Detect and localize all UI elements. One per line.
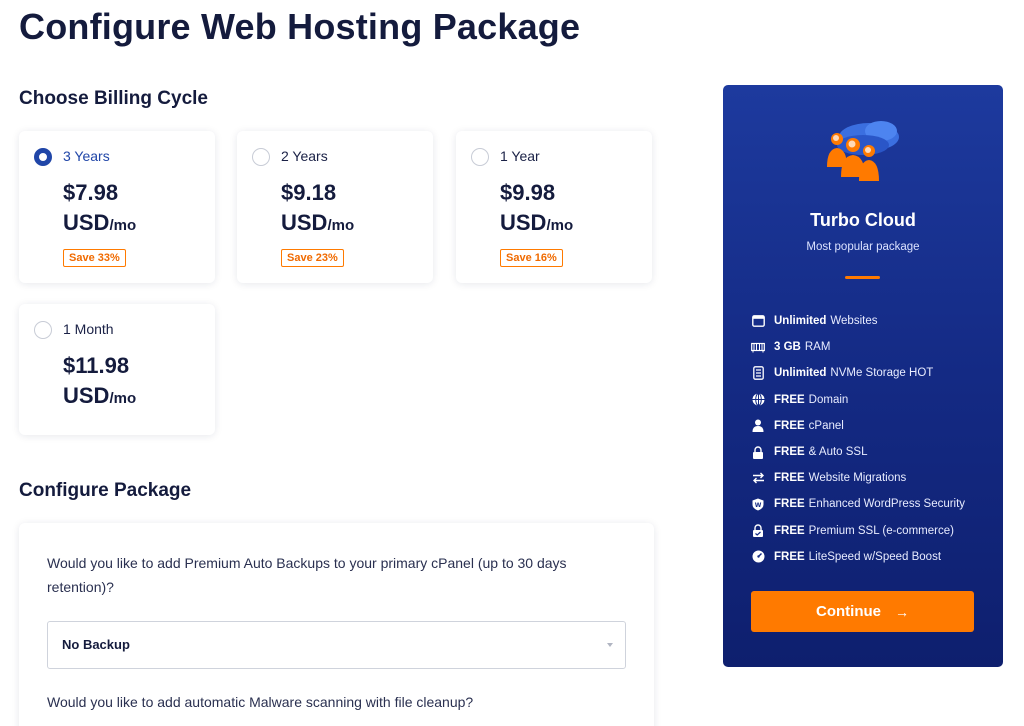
- configure-package-heading: Configure Package: [19, 480, 192, 501]
- storage-icon: [751, 366, 765, 381]
- shield-icon: W: [751, 497, 765, 511]
- save-badge: Save 16%: [500, 249, 563, 267]
- save-badge: Save 23%: [281, 249, 344, 267]
- package-summary-panel: Turbo Cloud Most popular package Unlimit…: [723, 85, 1003, 667]
- divider: [845, 276, 880, 279]
- billing-option-label: 1 Month: [63, 321, 114, 337]
- feature-item: FREE & Auto SSL: [751, 439, 965, 465]
- feature-item: Unlimited Websites: [751, 308, 965, 334]
- billing-option-price: $9.98 USD/mo: [500, 180, 574, 235]
- package-subtitle: Most popular package: [806, 241, 920, 253]
- radio-unselected-icon[interactable]: [34, 321, 52, 339]
- feature-item: 3 GB RAM: [751, 334, 965, 360]
- save-badge: Save 33%: [63, 249, 126, 267]
- memory-icon: [751, 340, 765, 354]
- billing-cycle-heading: Choose Billing Cycle: [19, 88, 208, 109]
- backup-select[interactable]: No Backup: [47, 621, 626, 669]
- configure-options-panel: Would you like to add Premium Auto Backu…: [19, 523, 654, 726]
- arrow-right-icon: →: [895, 603, 909, 620]
- radio-unselected-icon[interactable]: [471, 148, 489, 166]
- caret-down-icon: [607, 643, 613, 647]
- continue-button-label: Continue: [816, 603, 881, 620]
- feature-item: Unlimited NVMe Storage HOT: [751, 360, 965, 386]
- feature-item: FREE LiteSpeed w/Speed Boost: [751, 544, 965, 570]
- feature-item: W FREE Enhanced WordPress Security: [751, 491, 965, 517]
- globe-icon: [751, 393, 765, 407]
- svg-text:W: W: [755, 502, 762, 509]
- feature-item: FREE Premium SSL (e-commerce): [751, 518, 965, 544]
- feature-item: FREE Website Migrations: [751, 465, 965, 491]
- user-icon: [751, 419, 765, 433]
- lock-check-icon: [751, 524, 765, 538]
- team-cloud-icon: [827, 121, 899, 181]
- page-title: Configure Web Hosting Package: [19, 6, 581, 47]
- feature-item: FREE cPanel: [751, 413, 965, 439]
- feature-list: Unlimited Websites 3 GB RAM Unlimited NVMe …: [751, 308, 965, 570]
- package-name: Turbo Cloud: [810, 210, 916, 230]
- transfer-icon: [751, 471, 765, 485]
- radio-unselected-icon[interactable]: [252, 148, 270, 166]
- lock-icon: [751, 445, 765, 459]
- billing-option-price: $7.98 USD/mo: [63, 180, 137, 235]
- billing-option-2-years[interactable]: 2 Years $9.18 USD/mo Save 23%: [237, 131, 433, 283]
- window-icon: [751, 314, 765, 328]
- billing-option-price: $11.98 USD/mo: [63, 353, 137, 408]
- billing-option-price: $9.18 USD/mo: [281, 180, 355, 235]
- billing-option-label: 3 Years: [63, 148, 110, 164]
- billing-option-1-month[interactable]: 1 Month $11.98 USD/mo: [19, 304, 215, 435]
- malware-question: Would you like to add automatic Malware …: [47, 694, 474, 710]
- continue-button[interactable]: Continue →: [751, 591, 974, 632]
- billing-option-3-years[interactable]: 3 Years $7.98 USD/mo Save 33%: [19, 131, 215, 283]
- billing-option-label: 2 Years: [281, 148, 328, 164]
- feature-item: FREE Domain: [751, 387, 965, 413]
- backup-question: Would you like to add Premium Auto Backu…: [47, 555, 567, 595]
- billing-option-label: 1 Year: [500, 148, 540, 164]
- radio-selected-icon[interactable]: [34, 148, 52, 166]
- speedometer-icon: [751, 550, 765, 564]
- billing-option-1-year[interactable]: 1 Year $9.98 USD/mo Save 16%: [456, 131, 652, 283]
- backup-select-value: No Backup: [62, 637, 130, 652]
